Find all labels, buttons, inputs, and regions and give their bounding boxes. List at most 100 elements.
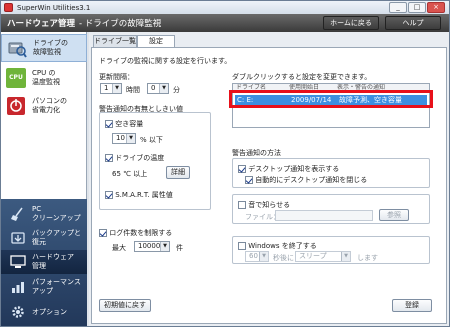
chevron-down-icon: ▼: [126, 134, 135, 143]
chevron-down-icon: ▼: [160, 242, 169, 251]
chevron-down-icon: ▼: [159, 84, 168, 93]
hours-select[interactable]: 1 ▼: [100, 83, 122, 94]
shutdown-row[interactable]: Windows を終了する: [238, 241, 317, 251]
free-space-checkbox[interactable]: [105, 120, 113, 128]
desktop-notify-checkbox[interactable]: [238, 165, 246, 173]
after-label: 秒後に: [273, 254, 294, 262]
sidebar-item-options[interactable]: オプション: [1, 300, 87, 324]
sidebar-item-label: パフォーマンス: [32, 278, 81, 286]
log-checkbox-row[interactable]: ログ件数を制限する: [99, 228, 172, 238]
sidebar-item-backup[interactable]: バックアップと 復元: [1, 226, 87, 249]
drive-list-hint: ダブルクリックすると設定を変更できます。: [232, 73, 372, 81]
title-bar: SuperWin Utilities3.1 _ □ ×: [1, 1, 449, 14]
chevron-down-icon: ▼: [112, 84, 121, 93]
temp-value: 65 ℃ 以上: [112, 170, 148, 178]
sidebar-item-label: ハードウェア: [32, 253, 74, 261]
sidebar-item-label: 復元: [32, 237, 46, 246]
section-title: ハードウェア管理: [7, 19, 76, 29]
sidebar-item-label: 管理: [32, 262, 46, 270]
help-button[interactable]: ヘルプ: [385, 16, 441, 30]
shutdown-group-box: Windows を終了する 60 ▼ 秒後に スリープ ▼ します: [232, 236, 430, 264]
log-max-label: 最大: [112, 244, 126, 252]
temp-checkbox[interactable]: [105, 154, 113, 162]
notify-group-box: デスクトップ通知を表示する 自動的にデスクトップ通知を閉じる: [232, 158, 430, 188]
performance-icon: [10, 279, 26, 295]
sound-label: 音で知らせる: [248, 201, 291, 209]
sidebar-item-pc-cleanup[interactable]: PC クリーンアップ: [1, 202, 87, 225]
app-window: SuperWin Utilities3.1 _ □ × ハードウェア管理 - ド…: [0, 0, 450, 327]
sidebar-item-drive-monitor[interactable]: ドライブの 故障監視: [1, 34, 87, 62]
minimize-button[interactable]: _: [389, 2, 407, 13]
free-space-label: 空き容量: [115, 120, 144, 128]
backup-icon: [10, 230, 26, 246]
notify-group-title: 警告通知の方法: [232, 149, 281, 157]
shutdown-checkbox[interactable]: [238, 242, 246, 250]
home-button[interactable]: ホームに戻る: [323, 16, 379, 30]
smart-checkbox[interactable]: [105, 191, 113, 199]
sidebar-item-label: 故障監視: [33, 48, 61, 56]
settings-intro: ドライブの監視に関する設定を行います。: [99, 57, 232, 65]
close-button[interactable]: ×: [427, 2, 445, 13]
cpu-icon: CPU: [6, 68, 26, 88]
shutdown-action-select[interactable]: スリープ ▼: [295, 251, 351, 262]
auto-close-row[interactable]: 自動的にデスクトップ通知を閉じる: [245, 175, 367, 185]
log-label: ログ件数を制限する: [109, 229, 173, 237]
desktop-notify-label: デスクトップ通知を表示する: [248, 165, 340, 173]
window-title: SuperWin Utilities3.1: [17, 3, 91, 12]
options-gear-icon: [10, 304, 26, 320]
desktop-notify-row[interactable]: デスクトップ通知を表示する: [238, 164, 339, 174]
highlight-annotation: [229, 90, 433, 108]
smart-label: S.M.A.R.T. 属性値: [115, 191, 173, 199]
register-button[interactable]: 登録: [392, 299, 432, 312]
hours-unit: 時間: [126, 86, 140, 94]
settings-panel: ドライブの監視に関する設定を行います。 更新間隔： 1 ▼ 時間 0 ▼ 分 警告通…: [91, 47, 447, 324]
power-saving-icon: [6, 96, 26, 116]
shutdown-label: Windows を終了する: [248, 242, 317, 250]
drive-monitor-icon: [7, 38, 27, 58]
sidebar-item-power-saving[interactable]: パソコンの 省電力化: [1, 92, 87, 120]
sound-group-box: 音で知らせる ファイル： 参照: [232, 194, 430, 224]
app-icon: [4, 3, 13, 12]
chevron-down-icon: ▼: [259, 252, 268, 261]
detail-button[interactable]: 詳細: [166, 166, 190, 179]
minutes-select[interactable]: 0 ▼: [147, 83, 169, 94]
free-space-unit: % 以下: [140, 136, 163, 144]
reset-defaults-button[interactable]: 初期値に戻す: [99, 299, 151, 312]
hardware-icon: [10, 254, 26, 270]
sidebar-item-label: バックアップと: [32, 228, 81, 237]
drive-list-table[interactable]: ドライブ名 使用開始日 表示・警告の通知 C: E: 2009/07/14 故障…: [229, 83, 433, 128]
sidebar-item-label: クリーンアップ: [32, 213, 81, 222]
sidebar-item-label: 省電力化: [32, 106, 60, 114]
sound-checkbox[interactable]: [238, 201, 246, 209]
maximize-button[interactable]: □: [408, 2, 426, 13]
chevron-down-icon: ▼: [341, 252, 350, 261]
sidebar-item-label: パソコンの: [32, 97, 67, 105]
auto-close-checkbox[interactable]: [245, 176, 253, 184]
page-subtitle: - ドライブの故障監視: [79, 19, 162, 29]
sidebar-item-cpu-temp[interactable]: CPU CPU の温度監視: [1, 64, 87, 92]
temp-label: ドライブの温度: [115, 154, 165, 162]
browse-button[interactable]: 参照: [379, 209, 409, 221]
sidebar-item-label: 温度監視: [32, 78, 60, 86]
sound-file-input[interactable]: [275, 210, 373, 221]
shutdown-seconds-select[interactable]: 60 ▼: [245, 251, 269, 262]
temp-checkbox-row[interactable]: ドライブの温度: [105, 153, 164, 163]
sidebar-item-label: アップ: [32, 287, 53, 295]
log-unit: 件: [176, 244, 183, 252]
interval-label: 更新間隔：: [99, 73, 134, 81]
main-content: ドライブ一覧 設定 ドライブの監視に関する設定を行います。 更新間隔： 1 ▼ 時…: [89, 32, 449, 326]
auto-close-label: 自動的にデスクトップ通知を閉じる: [255, 176, 368, 184]
free-space-checkbox-row[interactable]: 空き容量: [105, 119, 143, 129]
do-label: します: [357, 254, 378, 262]
sound-row[interactable]: 音で知らせる: [238, 200, 290, 210]
free-space-select[interactable]: 10 ▼: [112, 133, 136, 144]
log-max-select[interactable]: 10000 ▼: [134, 241, 170, 252]
tab-drive-list[interactable]: ドライブ一覧: [93, 35, 137, 47]
broom-icon: [10, 206, 26, 222]
sidebar-category-panel: PC クリーンアップ バックアップと 復元 ハードウェア 管理 パフォーマンス アップ: [1, 199, 87, 326]
log-checkbox[interactable]: [99, 229, 107, 237]
sidebar-item-hardware[interactable]: ハードウェア 管理: [1, 250, 87, 274]
smart-checkbox-row[interactable]: S.M.A.R.T. 属性値: [105, 190, 173, 200]
header-bar: ハードウェア管理 - ドライブの故障監視 ホームに戻る ヘルプ: [1, 14, 449, 32]
sidebar-item-performance[interactable]: パフォーマンス アップ: [1, 275, 87, 299]
